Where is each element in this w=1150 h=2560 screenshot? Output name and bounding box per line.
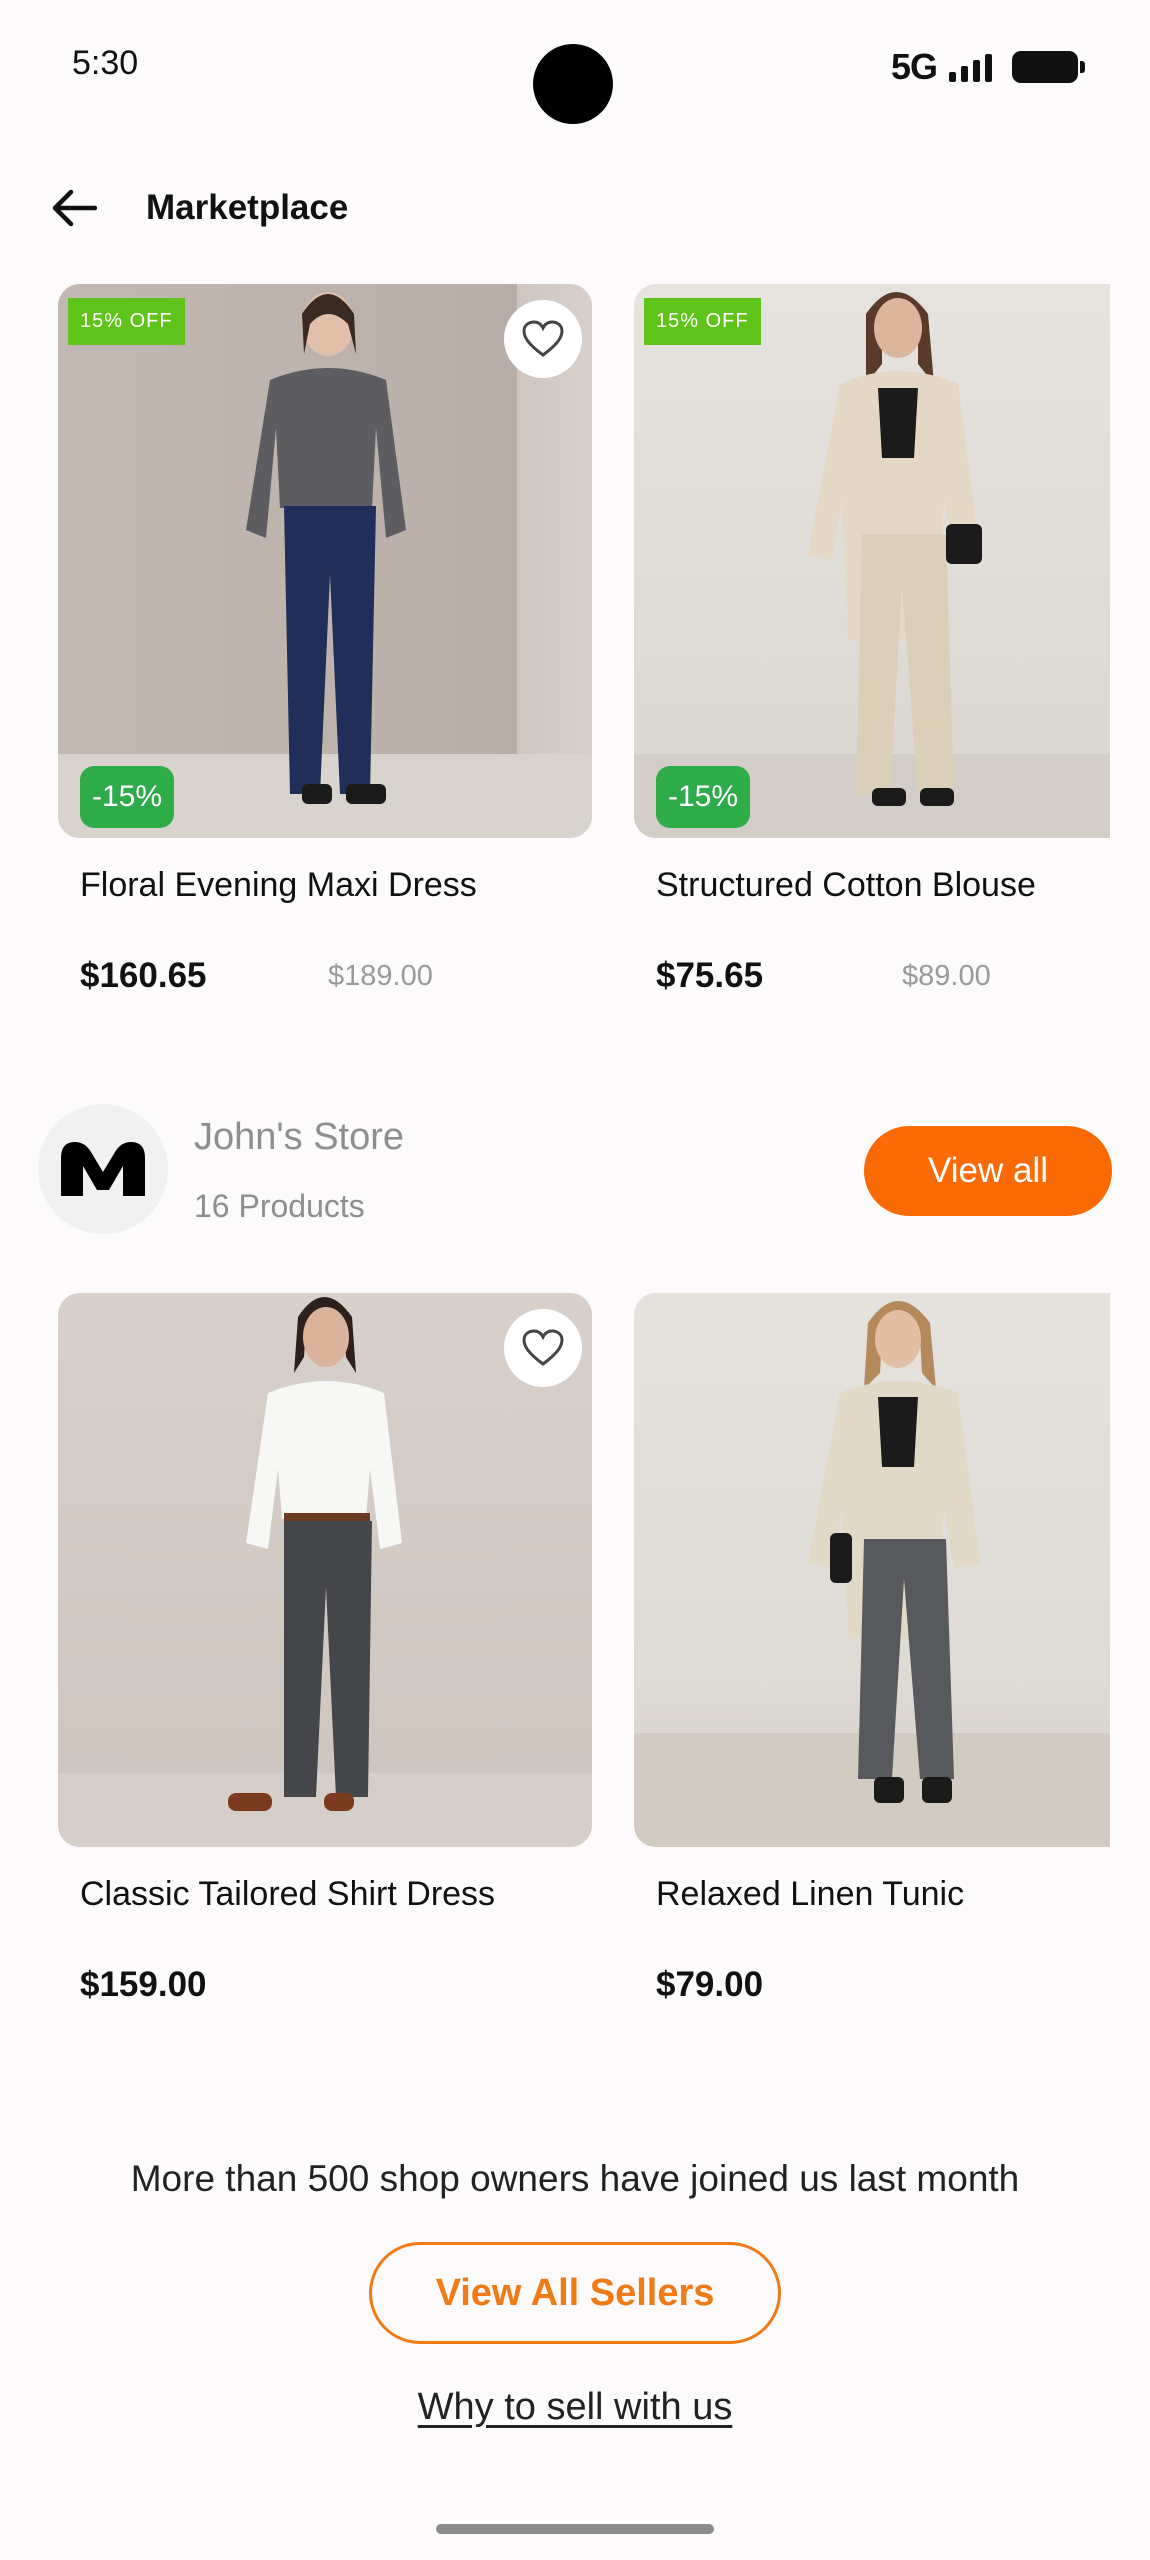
product-image: 15% OFF -15% — [58, 284, 592, 838]
favorite-button[interactable] — [504, 1309, 582, 1387]
heart-icon — [522, 320, 564, 357]
status-time: 5:30 — [72, 44, 139, 82]
off-badge: 15% OFF — [68, 298, 185, 345]
product-price: $75.65 — [656, 956, 764, 995]
product-carousel[interactable]: Classic Tailored Shirt Dress $159.00 Rel… — [58, 1293, 1110, 2033]
store-logo-icon — [61, 1142, 145, 1196]
store-product-count: 16 Products — [194, 1188, 365, 1224]
view-all-sellers-button[interactable]: View All Sellers — [369, 2242, 781, 2344]
store-avatar[interactable] — [38, 1104, 168, 1234]
product-card[interactable]: Classic Tailored Shirt Dress $159.00 — [58, 1293, 592, 2004]
favorite-button[interactable] — [504, 300, 582, 378]
home-indicator[interactable] — [436, 2524, 714, 2534]
discount-badge: -15% — [80, 766, 175, 828]
model-figure — [634, 1301, 1110, 1847]
signal-icon — [949, 52, 992, 82]
back-arrow-icon — [52, 189, 97, 227]
why-sell-link[interactable]: Why to sell with us — [418, 2386, 733, 2428]
off-badge: 15% OFF — [644, 298, 761, 345]
product-name[interactable]: Floral Evening Maxi Dress — [80, 866, 477, 905]
top-app-bar: Marketplace — [0, 170, 1150, 246]
product-carousel[interactable]: 15% OFF -15% Floral Evening Maxi Dress $… — [58, 284, 1110, 1044]
product-card[interactable]: 15% OFF -15% Structured Cotton Blouse $7… — [634, 284, 1110, 995]
why-sell-link-wrapper: Why to sell with us — [0, 2386, 1150, 2429]
back-button[interactable] — [44, 178, 104, 238]
product-image — [634, 1293, 1110, 1847]
original-price: $189.00 — [328, 960, 433, 992]
store-name[interactable]: John's Store — [194, 1116, 404, 1159]
model-figure — [58, 292, 592, 838]
network-type: 5G — [890, 46, 938, 87]
product-price: $79.00 — [656, 1965, 764, 2004]
status-indicators: 5G — [890, 46, 1085, 88]
product-image — [58, 1293, 592, 1847]
status-bar: 5:30 5G — [0, 0, 1150, 140]
original-price: $89.00 — [902, 960, 991, 992]
battery-icon — [1012, 51, 1085, 83]
model-figure — [634, 292, 1110, 838]
model-figure — [58, 1297, 592, 1847]
product-price: $159.00 — [80, 1965, 207, 2004]
discount-badge: -15% — [656, 766, 751, 828]
product-card[interactable]: Relaxed Linen Tunic $79.00 — [634, 1293, 1110, 2004]
page-title: Marketplace — [146, 188, 349, 227]
heart-icon — [522, 1329, 564, 1366]
product-name[interactable]: Structured Cotton Blouse — [656, 866, 1036, 905]
view-all-button[interactable]: View all — [864, 1126, 1112, 1216]
product-image: 15% OFF -15% — [634, 284, 1110, 838]
product-name[interactable]: Relaxed Linen Tunic — [656, 1875, 964, 1914]
product-card[interactable]: 15% OFF -15% Floral Evening Maxi Dress $… — [58, 284, 592, 995]
camera-cutout — [533, 44, 613, 124]
store-header: John's Store 16 Products View all — [0, 1100, 1150, 1240]
product-price: $160.65 — [80, 956, 207, 995]
promo-text: More than 500 shop owners have joined us… — [130, 2158, 1020, 2199]
product-name[interactable]: Classic Tailored Shirt Dress — [80, 1875, 495, 1914]
